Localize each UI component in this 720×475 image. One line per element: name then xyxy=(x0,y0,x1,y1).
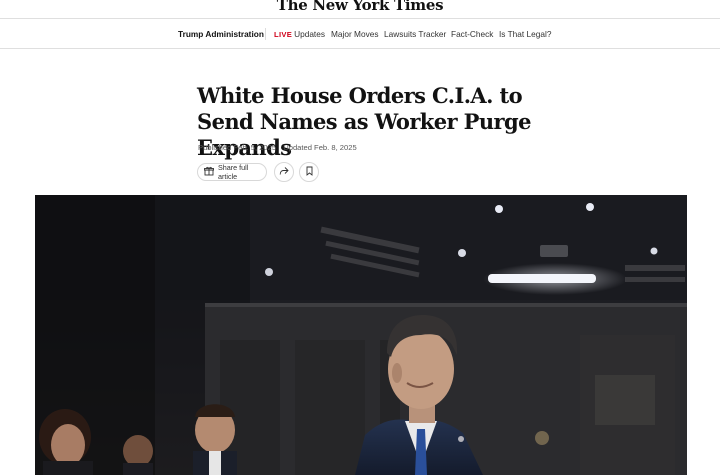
subnav-item-updates[interactable]: LIVE Updates xyxy=(274,29,325,39)
nyt-logo[interactable]: The New York Times xyxy=(0,0,720,14)
subnav-item-updates-label: Updates xyxy=(294,29,325,39)
hero-photo[interactable] xyxy=(35,195,687,475)
subnav-item-lawsuits-tracker[interactable]: Lawsuits Tracker xyxy=(384,29,446,39)
subnav-divider xyxy=(265,28,266,40)
bookmark-icon xyxy=(305,163,314,181)
live-badge: LIVE xyxy=(274,30,293,39)
gift-icon xyxy=(204,166,214,178)
section-link-trump-administration[interactable]: Trump Administration xyxy=(178,29,264,39)
share-full-article-button[interactable]: Share full article xyxy=(197,163,267,181)
share-arrow-icon xyxy=(279,163,289,181)
updated-date: Updated Feb. 8, 2025 xyxy=(283,143,357,152)
hero-photo-illustration xyxy=(35,195,687,475)
save-bookmark-button[interactable] xyxy=(299,162,319,182)
published-date: Published Feb. 5, 2025 xyxy=(198,143,277,152)
subnav-item-fact-check[interactable]: Fact-Check xyxy=(451,29,493,39)
section-subnav: Trump Administration LIVE Updates Major M… xyxy=(0,19,720,49)
share-full-article-label: Share full article xyxy=(218,163,249,181)
share-button[interactable] xyxy=(274,162,294,182)
article-dates: Published Feb. 5, 2025 Updated Feb. 8, 2… xyxy=(198,143,357,152)
subnav-item-is-that-legal[interactable]: Is That Legal? xyxy=(499,29,551,39)
subnav-item-major-moves[interactable]: Major Moves xyxy=(331,29,379,39)
masthead: The New York Times xyxy=(0,0,720,19)
